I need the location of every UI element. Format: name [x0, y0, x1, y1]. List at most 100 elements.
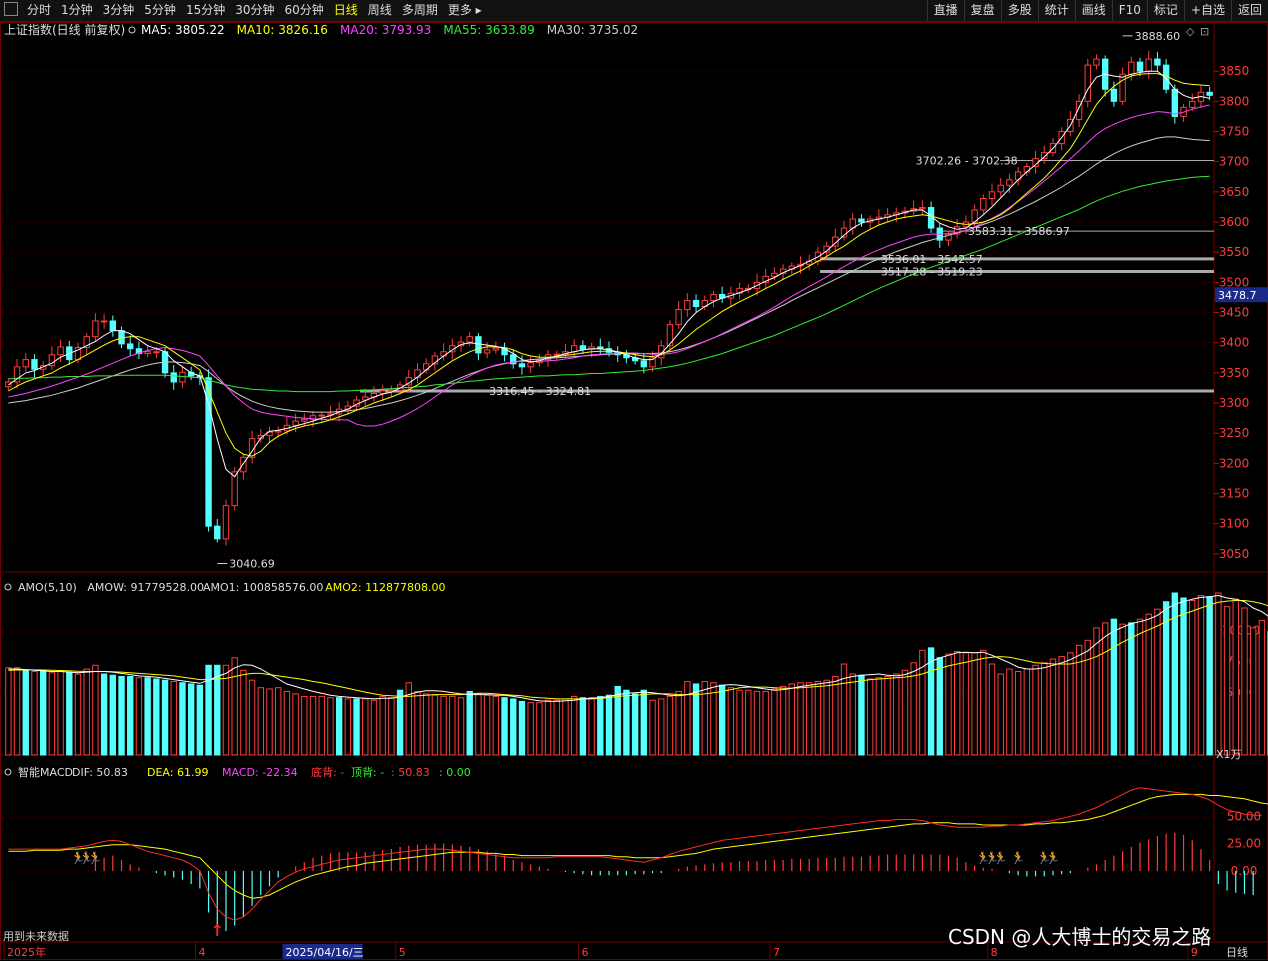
amo-bar: [66, 672, 73, 756]
amo-bar: [623, 689, 630, 756]
amo-bar: [1110, 618, 1118, 756]
xaxis-label: 6: [582, 946, 589, 959]
amo-bar: [988, 663, 996, 756]
candle-body: [919, 207, 926, 210]
chart-frame: [0, 22, 1268, 960]
settings-icon: [4, 768, 12, 776]
tab-7[interactable]: 日线: [329, 0, 363, 21]
amo-bar: [240, 669, 247, 756]
amo-bar: [187, 683, 195, 756]
main-ytick-label: 3600: [1219, 215, 1250, 229]
amo-bar: [1180, 597, 1187, 756]
amo-bar: [927, 647, 935, 756]
amo-bar: [797, 682, 804, 756]
function-tab-8[interactable]: 返回: [1230, 0, 1268, 21]
amo-bar: [248, 679, 256, 756]
candle-body: [492, 347, 500, 351]
tab-0[interactable]: 分时: [22, 0, 56, 21]
function-tab-1[interactable]: 复盘: [963, 0, 1001, 21]
amo-bar: [823, 679, 830, 756]
dea-line: [8, 793, 1268, 899]
amo-bar: [753, 690, 761, 756]
xaxis-label: 2025年: [7, 945, 46, 959]
main-ytick-label: 3400: [1219, 336, 1250, 350]
candle-body: [771, 272, 778, 277]
dif-line: [8, 787, 1262, 921]
app-logo-icon[interactable]: [4, 2, 18, 16]
macd-legend-item: 底背: -: [311, 765, 344, 779]
amo-bar: [266, 688, 273, 756]
candle-body: [1154, 58, 1161, 66]
amo-bar: [997, 673, 1004, 756]
price-annotation: 3583.31 - 3586.97: [968, 225, 1070, 238]
amo-bar: [414, 690, 421, 756]
amo-bar: [675, 690, 682, 756]
amo-bar: [954, 651, 961, 756]
period-toolbar: 分时 1分钟 3分钟 5分钟 15分钟 30分钟 60分钟 日线 周线 多周期 更多 ▸ 直播 复盘多…: [0, 0, 1268, 22]
tab-9[interactable]: 多周期: [397, 0, 443, 21]
candle-body: [640, 360, 648, 368]
function-tab-6[interactable]: 标记: [1146, 0, 1184, 21]
amo-bar: [501, 697, 508, 756]
tab-3[interactable]: 5分钟: [139, 0, 181, 21]
candle-body: [170, 372, 177, 383]
function-tab-2[interactable]: 多股: [1000, 0, 1038, 21]
runner-icon: 🏃: [88, 851, 103, 865]
tab-5[interactable]: 30分钟: [230, 0, 279, 21]
amo-bar: [57, 671, 64, 756]
candle-body: [31, 359, 38, 370]
amo-bar: [980, 649, 987, 756]
macd-legend-item: : 50.83: [391, 766, 430, 779]
candle-body: [1093, 58, 1100, 66]
ma55-line: [8, 175, 1210, 393]
candle-body: [980, 197, 987, 211]
amo-bar: [1032, 664, 1039, 756]
candle-body: [684, 299, 691, 311]
main-ytick-label: 3750: [1219, 125, 1250, 139]
function-tab-4[interactable]: 画线: [1074, 0, 1112, 21]
candle-body: [518, 363, 526, 368]
macd-ytick-label: 25.00: [1227, 837, 1261, 851]
amo-bar: [849, 673, 856, 756]
amo-bar: [666, 695, 674, 756]
candle-body: [1136, 61, 1144, 72]
amo-bar: [275, 687, 282, 756]
main-ytick-label: 3150: [1219, 487, 1250, 501]
amo-bar: [605, 694, 613, 756]
candle-body: [22, 359, 29, 368]
tab-8[interactable]: 周线: [363, 0, 397, 21]
amo-bar: [858, 674, 865, 756]
function-tab-3[interactable]: 统计: [1037, 0, 1075, 21]
amo-bar: [231, 657, 238, 756]
split-icon: ⊡: [1200, 25, 1209, 38]
amo-bar: [649, 699, 656, 756]
macd-legend-item: 顶背: -: [351, 765, 384, 779]
amo-legend-item: AMO1: 100858576.00: [203, 581, 323, 594]
candle-body: [997, 184, 1004, 193]
amo-bar: [1058, 656, 1065, 756]
tab-6[interactable]: 60分钟: [280, 0, 329, 21]
function-tab-7[interactable]: +自选: [1183, 0, 1231, 21]
amo-bar: [684, 680, 691, 756]
amo-bar: [92, 664, 99, 756]
main-ytick-label: 3850: [1219, 64, 1250, 78]
stock-chart[interactable]: 3050310031503200325033003350340034503500…: [0, 22, 1268, 961]
function-tab-0[interactable]: 直播: [926, 0, 964, 21]
main-ytick-label: 3100: [1219, 517, 1250, 531]
main-ytick-label: 3700: [1219, 155, 1250, 169]
tab-10[interactable]: 更多 ▸: [443, 0, 487, 21]
candle-body: [666, 324, 674, 347]
amo-bar: [1162, 601, 1170, 756]
xaxis-label: 4: [199, 946, 206, 959]
candle-body: [318, 414, 325, 417]
function-tab-5[interactable]: F10: [1111, 0, 1147, 21]
tab-1[interactable]: 1分钟: [56, 0, 98, 21]
macd-legend-item: DIF: 50.83: [72, 766, 128, 779]
amo-bar: [1215, 592, 1222, 756]
tab-4[interactable]: 15分钟: [181, 0, 230, 21]
amo-bar: [431, 694, 439, 756]
tab-2[interactable]: 3分钟: [98, 0, 140, 21]
amo-bar: [1041, 662, 1048, 756]
candle-body: [205, 377, 212, 527]
amo-bar: [483, 694, 491, 756]
